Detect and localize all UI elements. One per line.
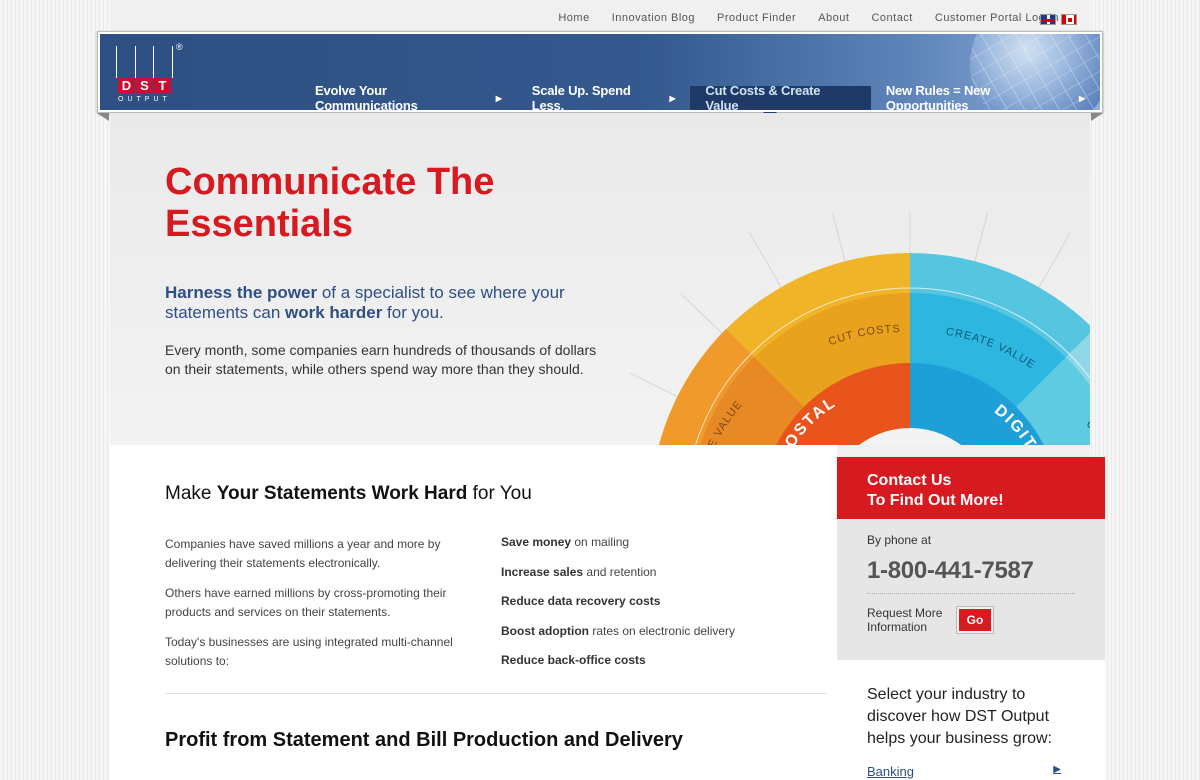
phone-number[interactable]: 1-800-441-7587: [867, 557, 1075, 585]
subsection-heading: Profit from Statement and Bill Productio…: [165, 729, 683, 752]
heading-bold: Production and Delivery: [452, 729, 683, 751]
heading-bold: Your Statements Work Hard: [216, 483, 468, 504]
main-nav-cut-costs[interactable]: Cut Costs & Create Value: [690, 83, 871, 110]
benefit-bold: Reduce back-office costs: [501, 653, 646, 667]
request-info-row: Request More Information Go: [867, 606, 1075, 634]
industry-banking-link[interactable]: Banking ▶: [867, 764, 1061, 779]
section-divider: [165, 693, 827, 694]
industry-prompt: Select your industry to discover how DST…: [867, 686, 1052, 747]
nav-home-link[interactable]: Home: [547, 12, 600, 24]
industry-link-label: Banking: [867, 764, 914, 779]
arrow-right-icon: ▶: [669, 93, 676, 103]
benefit-bold: Reduce data recovery costs: [501, 594, 661, 608]
lead-bold: Harness the power: [165, 283, 318, 302]
benefit-item: Reduce back-office costs: [501, 653, 801, 683]
heading-text: for You: [467, 483, 532, 504]
go-button[interactable]: Go: [956, 606, 994, 634]
contact-box: By phone at 1-800-441-7587 Request More …: [837, 519, 1105, 660]
logo-letters: D S T: [118, 78, 171, 93]
intro-paragraph: Companies have saved millions a year and…: [165, 537, 441, 570]
main-nav-label: Scale Up. Spend Less.: [531, 83, 631, 110]
contact-us-header: Contact Us To Find Out More!: [837, 457, 1105, 519]
heading-text: Make: [165, 483, 217, 504]
industry-selector: Select your industry to discover how DST…: [837, 660, 1105, 780]
benefit-text: on mailing: [571, 535, 630, 549]
nav-product-finder-link[interactable]: Product Finder: [706, 12, 807, 24]
main-nav-new-rules[interactable]: New Rules = New Opportunities ▶: [871, 83, 1100, 110]
main-nav-label: New Rules = New Opportunities: [885, 83, 991, 110]
utility-nav: Home Innovation Blog Product Finder Abou…: [547, 12, 1070, 24]
uk-flag-icon[interactable]: [1040, 14, 1056, 25]
logo-letter: S: [136, 78, 153, 93]
arrow-right-icon: ▶: [1053, 764, 1061, 775]
arrow-right-icon: ▶: [1079, 93, 1085, 103]
lead-text: for you.: [382, 303, 444, 322]
benefit-item: Save money on mailing: [501, 535, 801, 565]
benefit-item: Increase sales and retention: [501, 565, 801, 595]
logo-letter: T: [154, 78, 171, 93]
request-info-label: Request More Information: [867, 606, 943, 634]
registered-mark: ®: [176, 42, 183, 52]
contact-heading-line: To Find Out More!: [867, 492, 1004, 509]
intro-paragraph: Today's businesses are using integrated …: [165, 635, 453, 668]
lead-bold: work harder: [285, 303, 383, 322]
benefit-item: Reduce data recovery costs: [501, 594, 801, 624]
header-banner: D S T OUTPUT ® Evolve Your Communication…: [97, 31, 1103, 113]
dst-output-logo[interactable]: D S T OUTPUT ®: [112, 42, 183, 104]
benefit-text: and retention: [583, 564, 657, 579]
hero-title: Communicate The Essentials: [165, 161, 495, 245]
hero-lead: Harness the power of a specialist to see…: [165, 283, 605, 323]
main-nav-label: Evolve Your Communications: [315, 83, 418, 110]
benefits-list: Save money on mailing Increase sales and…: [501, 535, 801, 683]
main-nav: Evolve Your Communications ▶ Scale Up. Sp…: [300, 83, 1100, 110]
benefit-bold: Save money: [501, 535, 572, 549]
arrow-right-icon: ▶: [495, 93, 502, 103]
main-nav-evolve[interactable]: Evolve Your Communications ▶: [300, 83, 517, 110]
heading-text: from Statement and Bill: [217, 729, 453, 751]
banner-fold-left: [97, 113, 109, 121]
dotted-divider: [867, 593, 1075, 594]
benefit-bold: Boost adoption: [501, 623, 589, 638]
hero-body: Every month, some companies earn hundred…: [165, 342, 597, 377]
logo-lines: [116, 46, 173, 78]
main-nav-scale-up[interactable]: Scale Up. Spend Less. ▶: [517, 83, 691, 110]
heading-bold: Profit: [165, 729, 218, 751]
logo-subtitle: OUTPUT: [118, 96, 171, 103]
canada-flag-icon[interactable]: [1061, 14, 1077, 25]
nav-innovation-blog-link[interactable]: Innovation Blog: [601, 12, 706, 24]
main-content: Make Your Statements Work Hard for You C…: [110, 445, 837, 780]
phone-label: By phone at: [867, 533, 932, 547]
language-flags: [1040, 14, 1077, 25]
benefit-item: Boost adoption rates on electronic deliv…: [501, 624, 801, 654]
intro-paragraphs: Companies have saved millions a year and…: [165, 535, 465, 682]
logo-letter: D: [118, 78, 135, 93]
benefit-text: rates on electronic delivery: [588, 623, 736, 638]
hero-section: Communicate The Essentials Harness the p…: [110, 113, 1090, 445]
contact-heading-line: Contact Us: [867, 472, 952, 489]
main-nav-label: Cut Costs & Create Value: [705, 83, 821, 110]
section-heading: Make Your Statements Work Hard for You: [165, 483, 532, 505]
postal-digital-wheel: POSTAL DIGITAL CREATE VALUE CUT COSTS CR…: [629, 213, 1090, 445]
intro-paragraph: Others have earned millions by cross-pro…: [165, 586, 447, 619]
nav-contact-link[interactable]: Contact: [860, 12, 923, 24]
banner-fold-right: [1091, 113, 1103, 121]
benefit-bold: Increase sales: [501, 564, 584, 579]
nav-about-link[interactable]: About: [807, 12, 860, 24]
banner-background: D S T OUTPUT ® Evolve Your Communication…: [100, 34, 1100, 110]
